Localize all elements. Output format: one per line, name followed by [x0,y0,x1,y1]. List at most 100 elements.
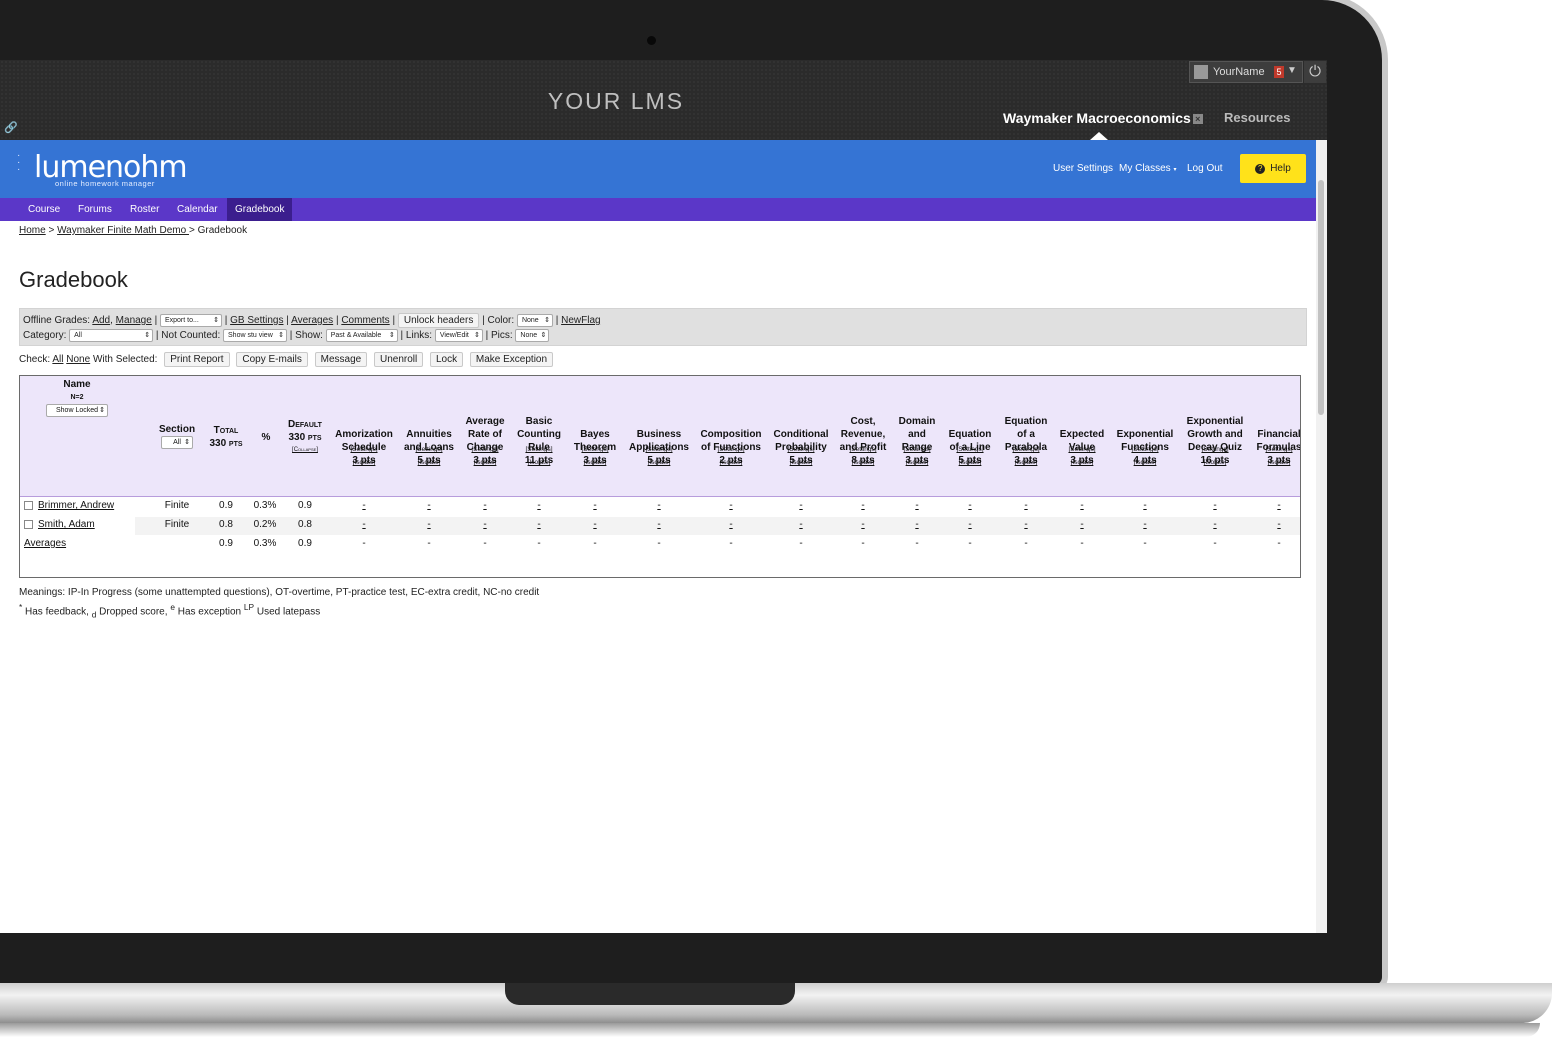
grade-cell[interactable]: - [1016,519,1036,530]
isolate-link[interactable]: [Isolate] [776,456,826,469]
grade-cell[interactable]: - [960,500,980,511]
isolate-link[interactable]: [Isolate] [460,456,510,469]
collapse-link[interactable]: [Collapse] [284,444,326,457]
check-all-link[interactable]: All [52,354,63,365]
grade-cell[interactable]: - [475,519,495,530]
unlock-headers-button[interactable]: Unlock headers [397,313,480,328]
grade-cell[interactable]: - [1269,500,1289,511]
isolate-link[interactable]: [Isolate] [634,456,684,469]
breadcrumb-course[interactable]: Waymaker Finite Math Demo [57,225,189,236]
settings-link[interactable]: [Settings] [776,443,826,456]
grade-cell[interactable]: - [475,500,495,511]
grade-cell[interactable]: - [791,519,811,530]
settings-link[interactable]: [Settings] [460,443,510,456]
grade-cell[interactable]: - [649,500,669,511]
isolate-link[interactable]: [Isolate] [1057,456,1107,469]
grade-cell[interactable]: - [853,500,873,511]
student-checkbox[interactable] [24,519,33,529]
isolate-link[interactable]: [Isolate] [1254,456,1300,469]
resources-tab[interactable]: Resources [1224,110,1290,125]
copy-emails-button[interactable]: Copy E-mails [236,352,308,367]
course-tab[interactable]: Waymaker Macroeconomics × [1003,110,1203,126]
settings-link[interactable]: [Settings] [706,443,756,456]
tab-gradebook[interactable]: Gradebook [227,198,293,221]
grade-cell[interactable]: - [907,519,927,530]
grade-cell[interactable]: - [354,519,374,530]
grade-cell[interactable]: - [791,500,811,511]
tab-forums[interactable]: Forums [70,198,120,221]
unenroll-button[interactable]: Unenroll [373,352,424,367]
newflag-link[interactable]: NewFlag [561,315,600,326]
isolate-link[interactable]: [Isolate] [570,456,620,469]
name-header[interactable]: Name [42,378,112,391]
settings-link[interactable]: [Settings] [1001,443,1051,456]
category-select[interactable]: All [69,329,154,342]
averages-link[interactable]: Averages [291,315,333,326]
isolate-link[interactable]: [Isolate] [945,456,995,469]
grade-cell[interactable]: - [585,519,605,530]
check-none-link[interactable]: None [66,354,90,365]
grade-cell[interactable]: - [721,519,741,530]
grade-cell[interactable]: - [853,519,873,530]
close-icon[interactable]: × [1192,114,1203,125]
offline-manage-link[interactable]: Manage [116,315,152,326]
color-select[interactable]: None [516,314,553,327]
isolate-link[interactable]: [Isolate] [706,456,756,469]
grade-cell[interactable]: - [1016,500,1036,511]
settings-link[interactable]: [Settings] [1120,443,1170,456]
grade-cell[interactable]: - [419,500,439,511]
isolate-link[interactable]: [Isolate] [339,456,389,469]
grade-cell[interactable]: - [649,519,669,530]
isolate-link[interactable]: [Isolate] [1120,456,1170,469]
log-out-link[interactable]: Log Out [1187,163,1223,174]
settings-link[interactable]: [Settings] [838,443,888,456]
export-select[interactable]: Export to... [159,314,222,327]
grade-cell[interactable]: - [1135,519,1155,530]
isolate-link[interactable]: [Isolate] [404,456,454,469]
grade-cell[interactable]: - [529,500,549,511]
settings-link[interactable]: [Settings] [1057,443,1107,456]
grade-cell[interactable]: - [585,500,605,511]
pics-select[interactable]: None [515,329,550,342]
settings-link[interactable]: [Settings] [339,443,389,456]
grade-cell[interactable]: - [419,519,439,530]
isolate-link[interactable]: [Isolate] [892,456,942,469]
scrollbar[interactable] [1316,140,1327,933]
link-icon[interactable]: 🔗 [4,121,18,134]
comments-link[interactable]: Comments [341,315,389,326]
offline-add-link[interactable]: Add [92,315,110,326]
gb-settings-link[interactable]: GB Settings [230,315,283,326]
print-report-button[interactable]: Print Report [164,352,230,367]
settings-link[interactable]: [Settings] [570,443,620,456]
grade-cell[interactable]: - [960,519,980,530]
grade-cell[interactable]: - [354,500,374,511]
tab-roster[interactable]: Roster [122,198,167,221]
grade-cell[interactable]: - [721,500,741,511]
show-locked-select[interactable]: Show Locked [46,404,108,417]
isolate-link[interactable]: [Isolate] [838,456,888,469]
make-exception-button[interactable]: Make Exception [469,352,554,367]
settings-link[interactable]: [Settings] [514,443,564,456]
help-button[interactable]: ? Help [1240,154,1306,183]
power-icon[interactable]: ⏻ [1304,61,1326,83]
averages-link[interactable]: Averages [24,538,66,549]
grade-cell[interactable]: - [1269,519,1289,530]
isolate-link[interactable]: [Isolate] [1190,456,1240,469]
lock-button[interactable]: Lock [430,352,464,367]
settings-link[interactable]: [Settings] [634,443,684,456]
grade-cell[interactable]: - [907,500,927,511]
user-settings-link[interactable]: User Settings [1053,163,1113,174]
not-counted-select[interactable]: Show stu view [223,329,288,342]
student-checkbox[interactable] [24,500,33,510]
settings-link[interactable]: [Settings] [945,443,995,456]
breadcrumb-home[interactable]: Home [19,225,46,236]
settings-link[interactable]: [Settings] [1190,443,1240,456]
student-name-link[interactable]: Smith, Adam [38,519,95,530]
user-menu[interactable]: YourName 5 ▼ [1189,61,1303,83]
links-select[interactable]: View/Edit [434,329,483,342]
scrollbar-thumb[interactable] [1318,180,1324,415]
tab-calendar[interactable]: Calendar [169,198,226,221]
message-button[interactable]: Message [314,352,368,367]
my-classes-link[interactable]: My Classes ▾ [1119,163,1176,174]
isolate-link[interactable]: [Isolate] [514,456,564,469]
